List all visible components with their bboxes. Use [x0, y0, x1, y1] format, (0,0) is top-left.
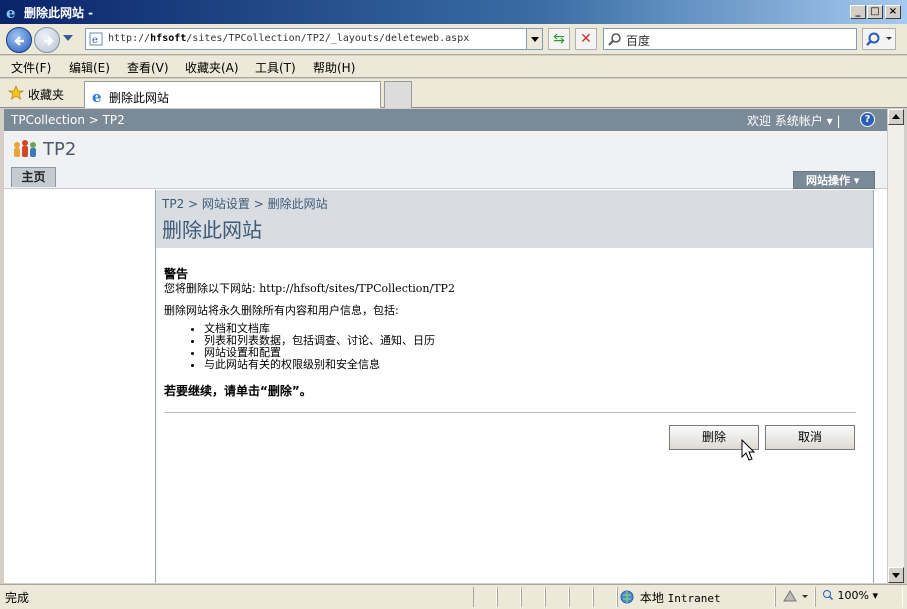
svg-text:e: e [6, 4, 16, 20]
address-bar[interactable]: e http://hfsoft/sites/TPCollection/TP2/_… [85, 28, 543, 50]
refresh-button[interactable]: ⇆ [548, 28, 570, 50]
new-tab-button[interactable] [384, 81, 412, 108]
search-provider-icon [608, 33, 621, 46]
address-url[interactable]: http://hfsoft/sites/TPCollection/TP2/_la… [108, 33, 469, 44]
forward-arrow-icon [44, 36, 54, 46]
list-item: 与此网站有关的权限级别和安全信息 [204, 359, 435, 371]
security-zone: 本地 Intranet [620, 589, 721, 606]
stop-button[interactable]: ✕ [575, 28, 597, 50]
cancel-button[interactable]: 取消 [765, 425, 855, 450]
delete-site-prefix: 您将删除以下网站: [164, 282, 256, 295]
confirm-instruction: 若要继续，请单击“删除”。 [164, 384, 312, 398]
minimize-button[interactable]: _ [850, 5, 866, 19]
menu-tools[interactable]: 工具(T) [255, 59, 296, 76]
zoom-level[interactable]: 100% ▾ [822, 589, 878, 602]
status-cell [497, 587, 521, 607]
address-dropdown-button[interactable] [526, 29, 542, 49]
status-text: 完成 [5, 591, 30, 605]
welcome-menu[interactable]: 欢迎 系统帐户 ▾ | [747, 112, 841, 129]
maximize-button[interactable]: □ [867, 5, 883, 19]
address-toolbar: e http://hfsoft/sites/TPCollection/TP2/_… [0, 24, 907, 55]
status-cell [545, 587, 569, 607]
breadcrumb[interactable]: TP2 > 网站设置 > 删除此网站 [162, 195, 328, 212]
delete-site-line: 您将删除以下网站: http://hfsoft/sites/TPCollecti… [164, 280, 455, 296]
search-provider-label: 百度 [626, 34, 651, 48]
help-icon[interactable]: ? [860, 112, 875, 127]
search-input[interactable]: 百度 [603, 28, 857, 50]
page-icon: e [89, 32, 103, 46]
protected-mode-cell[interactable] [775, 587, 815, 607]
forward-button[interactable] [34, 27, 60, 53]
favorites-bar: 收藏夹 e 删除此网站 [0, 79, 907, 108]
star-icon [8, 85, 24, 100]
search-icon [866, 32, 892, 46]
menu-edit[interactable]: 编辑(E) [69, 59, 110, 76]
mouse-cursor-icon [741, 439, 755, 461]
status-cell [593, 587, 617, 607]
global-breadcrumb[interactable]: TPCollection > TP2 [11, 113, 125, 127]
site-actions-menu[interactable]: 网站操作 ▾ [793, 171, 875, 189]
favorites-button[interactable]: 收藏夹 [28, 86, 64, 103]
permanent-notice: 删除网站将永久删除所有内容和用户信息，包括: [164, 304, 399, 317]
status-cell [473, 587, 497, 607]
back-button[interactable] [6, 27, 32, 53]
site-logo-icon [14, 140, 36, 157]
menu-help[interactable]: 帮助(H) [313, 59, 355, 76]
divider [164, 412, 856, 413]
back-arrow-icon [14, 36, 24, 46]
tab-current[interactable]: e 删除此网站 [84, 81, 381, 108]
site-header: TP2 主页 网站操作 ▾ [4, 131, 887, 189]
tab-home[interactable]: 主页 [11, 167, 56, 187]
delete-site-url: http://hfsoft/sites/TPCollection/TP2 [259, 282, 455, 295]
globe-icon [620, 590, 634, 604]
search-button[interactable] [862, 28, 896, 50]
status-cell [521, 587, 545, 607]
site-name[interactable]: TP2 [43, 139, 76, 160]
scroll-up-button[interactable] [888, 109, 904, 125]
window-title: 删除此网站 - [24, 6, 94, 20]
page-title-area: TP2 > 网站设置 > 删除此网站 删除此网站 [156, 190, 873, 248]
scroll-down-button[interactable] [888, 567, 904, 583]
page-title: 删除此网站 [162, 218, 262, 242]
menu-view[interactable]: 查看(V) [127, 59, 169, 76]
page-content: TPCollection > TP2 欢迎 系统帐户 ▾ | ? TP2 主页 … [4, 109, 887, 583]
status-bar: 完成 本地 Intranet 100% ▾ [0, 584, 907, 609]
deleted-items-list: 文档和文档库 列表和列表数据，包括调查、讨论、通知、日历 网站设置和配置 与此网… [188, 323, 435, 371]
main-content: TP2 > 网站设置 > 删除此网站 删除此网站 警告 您将删除以下网站: ht… [156, 190, 874, 583]
svg-text:e: e [92, 88, 102, 104]
menu-file[interactable]: 文件(F) [11, 59, 51, 76]
window-titlebar: e 删除此网站 - _ □ × [0, 0, 907, 24]
svg-text:e: e [92, 35, 98, 46]
ie-icon: e [6, 4, 16, 20]
protected-mode-icon [783, 590, 808, 602]
ie-page-icon: e [92, 88, 102, 104]
menu-favorites[interactable]: 收藏夹(A) [185, 59, 239, 76]
menu-bar: 文件(F) 编辑(E) 查看(V) 收藏夹(A) 工具(T) 帮助(H) [0, 56, 907, 78]
tab-label: 删除此网站 [109, 91, 170, 105]
recent-pages-dropdown[interactable] [63, 35, 73, 41]
sharepoint-global-bar: TPCollection > TP2 欢迎 系统帐户 ▾ | ? [4, 109, 887, 131]
left-navigation [4, 190, 156, 583]
status-cell [569, 587, 593, 607]
vertical-scrollbar[interactable] [887, 109, 904, 583]
zoom-icon [823, 590, 834, 601]
close-button[interactable]: × [885, 5, 901, 19]
